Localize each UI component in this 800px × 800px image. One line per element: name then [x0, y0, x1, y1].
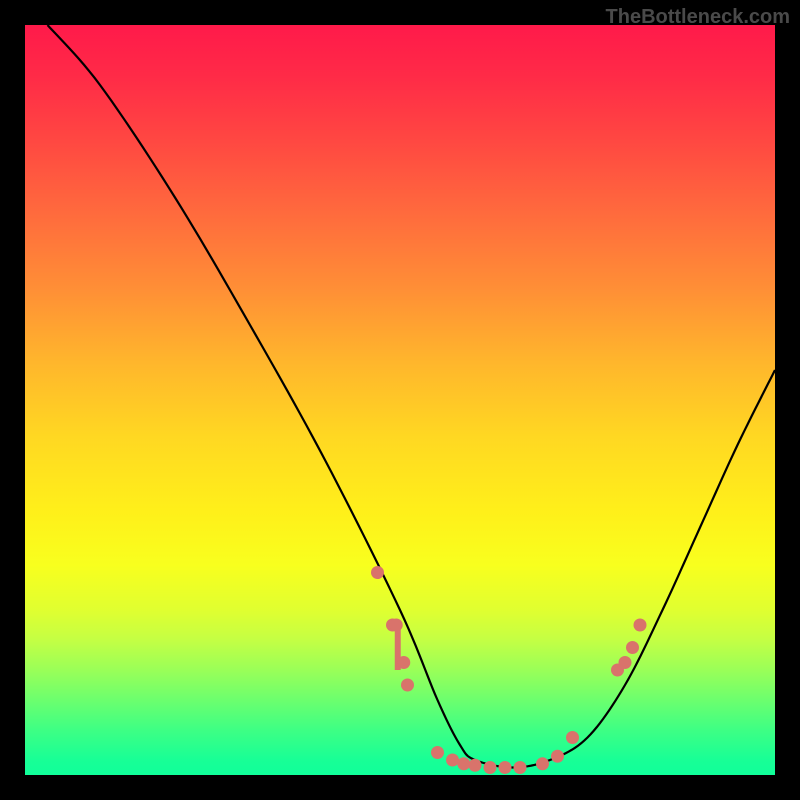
data-point-marker: [499, 761, 512, 774]
data-point-marker: [514, 761, 527, 774]
data-point-marker: [484, 761, 497, 774]
data-point-marker: [469, 759, 482, 772]
data-point-marker: [634, 619, 647, 632]
data-point-marker: [457, 757, 470, 770]
data-point-marker: [446, 754, 459, 767]
data-point-marker: [401, 679, 414, 692]
watermark-text: TheBottleneck.com: [606, 6, 790, 29]
data-point-marker: [619, 656, 632, 669]
data-point-marker: [431, 746, 444, 759]
data-point-marker: [551, 750, 564, 763]
data-point-marker: [536, 757, 549, 770]
chart-svg: [25, 25, 775, 775]
data-point-marker: [566, 731, 579, 744]
data-point-marker: [390, 619, 403, 632]
data-point-marker: [626, 641, 639, 654]
bottleneck-curve-line: [48, 25, 776, 768]
data-point-marker: [371, 566, 384, 579]
marker-group: [371, 566, 647, 774]
plot-area: [25, 25, 775, 775]
data-point-marker: [397, 656, 410, 669]
